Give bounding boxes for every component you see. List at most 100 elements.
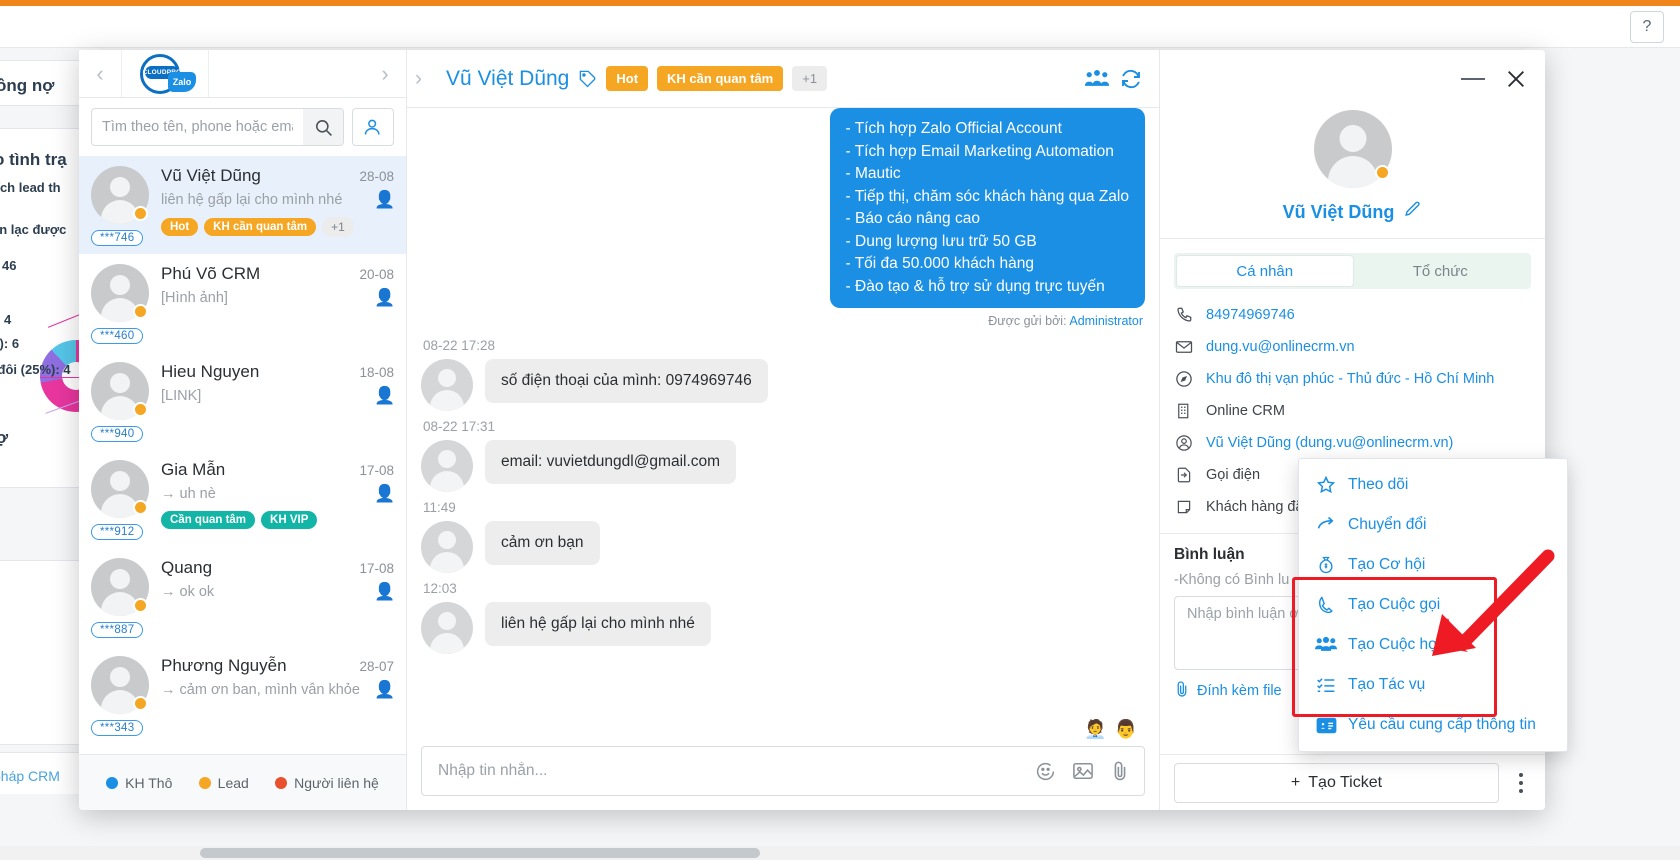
- status-dot: [133, 696, 148, 711]
- conversation-item[interactable]: ***460 Phú Võ CRM 20-08 [Hình ảnh] 👤: [79, 254, 406, 352]
- legend-label: Lead: [217, 774, 249, 791]
- incoming-bubble: cảm ơn bạn: [485, 521, 600, 565]
- contact-field-row[interactable]: Khu đô thị vạn phúc - Thủ đức - Hồ Chí M…: [1174, 363, 1531, 395]
- contact-code-chip: ***343: [91, 720, 144, 736]
- contact-field-value[interactable]: dung.vu@onlinecrm.vn: [1206, 339, 1355, 355]
- contact-field-value[interactable]: Vũ Việt Dũng (dung.vu@onlinecrm.vn): [1206, 435, 1453, 451]
- conversation-preview-row: [LINK] 👤: [161, 386, 395, 406]
- context-menu-item[interactable]: Tạo Cuộc gọi: [1299, 585, 1567, 625]
- context-menu-item[interactable]: Theo dõi: [1299, 465, 1567, 505]
- avatar: ***746: [91, 166, 153, 246]
- chat-message-area[interactable]: - Tích hợp Zalo Official Account - Tích …: [407, 108, 1159, 715]
- agent-avatar-icon: 👤: [374, 680, 396, 699]
- conversation-item[interactable]: ***912 Gia Mẫn 17-08 → uh nè 👤 Cần quan tâm KH…: [79, 450, 406, 548]
- conversation-item[interactable]: ***940 Hieu Nguyen 18-08 [LINK] 👤: [79, 352, 406, 450]
- contact-field-value[interactable]: 84974969746: [1206, 307, 1295, 323]
- status-legend: KH Thô Lead Người liên hệ: [79, 754, 406, 810]
- context-menu-label: Yêu cầu cung cấp thông tin: [1348, 716, 1536, 733]
- info-tab-bar[interactable]: Cá nhân Tổ chức: [1174, 253, 1531, 289]
- conversation-preview-row: → ok ok 👤: [161, 582, 396, 602]
- chat-header-tag-more[interactable]: +1: [792, 66, 828, 91]
- search-box[interactable]: [91, 108, 344, 146]
- contact-field-value[interactable]: Khu đô thị vạn phúc - Thủ đức - Hồ Chí M…: [1206, 371, 1494, 387]
- contact-field-row[interactable]: 84974969746: [1174, 299, 1531, 331]
- context-menu-item[interactable]: Yêu cầu cung cấp thông tin: [1299, 705, 1567, 745]
- conversation-body: Hieu Nguyen 18-08 [LINK] 👤: [153, 362, 395, 442]
- prev-oa-arrow-icon[interactable]: ‹: [79, 50, 121, 97]
- conversation-item[interactable]: ***343 Phương Nguyễn 28-07 → cảm ơn ban, mì…: [79, 646, 406, 744]
- status-dot: [133, 402, 148, 417]
- avatar: ***460: [91, 264, 153, 344]
- conversation-list[interactable]: ***746 Vũ Việt Dũng 28-08 liên hệ gấp lại c…: [79, 156, 406, 754]
- create-ticket-button[interactable]: + Tạo Ticket: [1174, 762, 1499, 803]
- attachment-icon[interactable]: [1110, 760, 1130, 782]
- emoji-icon[interactable]: [1035, 761, 1056, 782]
- message-input[interactable]: [436, 761, 1019, 781]
- money-bag-icon: [1315, 555, 1337, 575]
- incoming-bubble: số điện thoại của mình: 0974969746: [485, 359, 768, 403]
- scrollbar-thumb[interactable]: [200, 848, 760, 858]
- conversation-item[interactable]: ***746 Vũ Việt Dũng 28-08 liên hệ gấp lại c…: [79, 156, 406, 254]
- search-icon[interactable]: [303, 109, 343, 145]
- contact-field-row[interactable]: dung.vu@onlinecrm.vn: [1174, 331, 1531, 363]
- minimize-icon[interactable]: [1461, 77, 1485, 81]
- bg-text-2: tích lead th: [0, 180, 61, 195]
- conversation-item[interactable]: ***887 Quang 17-08 → ok ok 👤: [79, 548, 406, 646]
- mail-icon: [1174, 338, 1194, 356]
- close-icon[interactable]: [1505, 68, 1527, 90]
- sent-by-user[interactable]: Administrator: [1069, 314, 1143, 328]
- tag-icon[interactable]: [578, 69, 597, 88]
- person-add-icon[interactable]: [352, 108, 394, 146]
- contact-code-chip: ***912: [91, 524, 144, 540]
- page-horizontal-scrollbar[interactable]: [0, 846, 1680, 860]
- message-timestamp: 08-22 17:31: [423, 419, 496, 434]
- agent-avatar-icon: 👤: [374, 484, 396, 503]
- context-menu[interactable]: Theo dõi Chuyển đổi Tạo Cơ hội Tạo Cuộc gọi…: [1298, 458, 1568, 752]
- legend-item: Người liên hệ: [275, 775, 379, 791]
- collapse-list-arrow-icon[interactable]: ›: [415, 67, 437, 91]
- status-dot: [133, 304, 148, 319]
- info-tab-organization[interactable]: Tổ chức: [1353, 256, 1529, 286]
- help-icon[interactable]: ?: [1630, 11, 1664, 43]
- agent-avatar-icon: 👤: [374, 288, 396, 307]
- agent-avatar-icon: 👤: [374, 582, 396, 601]
- more-vertical-icon[interactable]: [1507, 772, 1535, 794]
- pencil-icon[interactable]: [1403, 200, 1422, 224]
- conversation-preview: liên hệ gấp lại cho mình nhé: [161, 192, 343, 208]
- message-timestamp: 11:49: [423, 500, 456, 515]
- context-menu-label: Tạo Cuộc gọi: [1348, 596, 1441, 613]
- assign-users-icon[interactable]: [1084, 68, 1110, 90]
- contact-name: Vũ Việt Dũng: [1282, 201, 1395, 222]
- incoming-message-row: email: vuvietdungdl@gmail.com: [421, 440, 1145, 492]
- image-icon[interactable]: [1072, 761, 1094, 781]
- chat-header-tags: Hot KH cần quan tâm +1: [606, 66, 828, 91]
- info-tab-personal[interactable]: Cá nhân: [1177, 256, 1353, 286]
- message-composer[interactable]: [421, 746, 1145, 796]
- conversation-tag-more[interactable]: +1: [322, 217, 354, 237]
- contact-field-row[interactable]: Vũ Việt Dũng (dung.vu@onlinecrm.vn): [1174, 427, 1531, 459]
- context-menu-item[interactable]: Chuyển đổi: [1299, 505, 1567, 545]
- oa-tab-cloudpro-zalo[interactable]: CLOUDPRO Zalo: [121, 50, 209, 97]
- legend-label: KH Thô: [125, 774, 173, 791]
- context-menu-label: Tạo Cơ hội: [1348, 556, 1426, 573]
- bg-footer-link[interactable]: i pháp CRM: [0, 768, 60, 784]
- context-menu-item[interactable]: Tạo Cuộc họp: [1299, 625, 1567, 665]
- status-dot: [133, 206, 148, 221]
- next-oa-arrow-icon[interactable]: ›: [364, 50, 406, 97]
- chat-contact-name[interactable]: Vũ Việt Dũng: [446, 67, 569, 91]
- context-menu-item[interactable]: Tạo Cơ hội: [1299, 545, 1567, 585]
- message-avatar: [421, 440, 473, 492]
- legend-dot: [275, 776, 288, 789]
- conversation-tag: KH VIP: [261, 511, 318, 529]
- context-menu-item[interactable]: Tạo Tác vụ: [1299, 665, 1567, 705]
- incoming-message-row: cảm ơn bạn: [421, 521, 1145, 573]
- id-card-icon: [1315, 716, 1337, 735]
- search-input[interactable]: [92, 109, 303, 145]
- avatar[interactable]: [1313, 110, 1392, 188]
- refresh-icon[interactable]: [1119, 67, 1143, 91]
- window-controls: [1160, 50, 1545, 108]
- participant-avatar-icon: 👨: [1114, 719, 1137, 739]
- bg-text-3: ên lạc được: [0, 222, 67, 237]
- conversation-preview: [Hình ảnh]: [161, 290, 228, 306]
- legend-dot: [198, 776, 211, 789]
